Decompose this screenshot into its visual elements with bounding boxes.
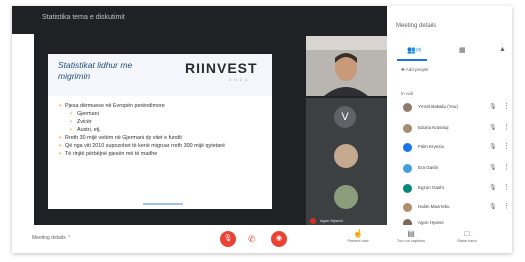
avatar bbox=[403, 143, 412, 152]
video-stage: Statistikat lidhur me migrimin RIINVEST … bbox=[34, 34, 387, 227]
bullet-marker-icon: • bbox=[70, 119, 72, 125]
self-video-tile[interactable] bbox=[306, 36, 387, 96]
slide-progress-mark bbox=[143, 203, 183, 205]
avatar bbox=[334, 185, 358, 209]
avatar bbox=[403, 124, 412, 133]
more-options-icon[interactable]: ⋮ bbox=[503, 183, 510, 191]
people-icon[interactable]: 👥 bbox=[407, 46, 416, 54]
people-count: (9) bbox=[416, 47, 422, 52]
slide-title: Statistikat lidhur me migrimin bbox=[58, 60, 133, 81]
hand-icon: □ bbox=[464, 229, 470, 238]
active-tab-indicator bbox=[397, 59, 427, 61]
mic-off-button[interactable]: 🎙 bbox=[220, 231, 236, 247]
bullet: ➢ Pjesa dërmuese në Evropën perëndimore bbox=[58, 103, 165, 109]
participant-name: Egzon Gashi bbox=[418, 185, 444, 190]
panel-title: Meeting details bbox=[396, 23, 437, 29]
bullet-marker-icon: • bbox=[70, 111, 72, 117]
panel-tabs: 👥 (9) ▦ ▲ bbox=[387, 42, 512, 61]
meeting-topbar: Statistika tema e diskutimit bbox=[12, 6, 387, 34]
present-now-button[interactable]: ☝ Present now bbox=[343, 229, 373, 243]
avatar bbox=[403, 103, 412, 112]
meeting-title: Statistika tema e diskutimit bbox=[42, 14, 125, 21]
mic-off-icon bbox=[310, 218, 316, 224]
present-icon: ☝ bbox=[353, 229, 363, 238]
chat-icon[interactable]: ▦ bbox=[459, 46, 466, 54]
participant-row[interactable]: Agon Hyseni bbox=[403, 218, 509, 225]
participant-name: Ymrat Bakaliu (You) bbox=[418, 104, 458, 109]
camera-off-button[interactable]: ◉ bbox=[271, 231, 287, 247]
raise-hand-button[interactable]: □ Raise hand bbox=[452, 229, 482, 243]
slide-header: Statistikat lidhur me migrimin RIINVEST … bbox=[48, 54, 272, 96]
participant-row[interactable]: Era Gashi 🎙 ⋮ bbox=[403, 163, 510, 175]
participant-row[interactable]: Halim Mazrreku 🎙 ⋮ bbox=[403, 202, 510, 214]
participant-name: Agon Hyseni bbox=[320, 218, 343, 223]
bottom-control-bar: Meeting details ⌃ 🎙 ✆ ◉ ☝ Present now ▤ … bbox=[12, 225, 512, 253]
bullet-marker-icon: ➢ bbox=[58, 135, 63, 141]
activities-icon[interactable]: ▲ bbox=[499, 46, 506, 53]
people-panel: Meeting details 👥 (9) ▦ ▲ ✚ Add people I… bbox=[387, 6, 512, 225]
camera-feed bbox=[306, 36, 387, 96]
mic-off-icon[interactable]: 🎙 bbox=[489, 203, 497, 210]
avatar bbox=[403, 184, 412, 193]
riinvest-logo: RIINVEST bbox=[185, 60, 258, 76]
captions-icon: ▤ bbox=[407, 229, 415, 238]
person-silhouette-icon bbox=[306, 36, 387, 96]
bullet: ➢ Rreth 30 mijë vetëm në Gjermani dy vite… bbox=[58, 135, 182, 141]
participant-row[interactable]: Ymrat Bakaliu (You) 🎙 ⋮ bbox=[403, 102, 510, 114]
participant-name: Fitim Kryeziu bbox=[418, 144, 445, 149]
mic-off-icon[interactable]: 🎙 bbox=[489, 184, 497, 191]
bullet-marker-icon: • bbox=[70, 127, 72, 133]
in-call-heading: In call bbox=[401, 91, 413, 96]
participant-row[interactable]: Fitim Kryeziu 🎙 ⋮ bbox=[403, 142, 510, 154]
participant-name: Edona Krasniqi bbox=[418, 125, 449, 130]
slide-bullets: ➢ Pjesa dërmuese në Evropën perëndimore •… bbox=[58, 102, 266, 158]
sub-bullet: • Gjermani bbox=[70, 111, 99, 117]
more-options-icon[interactable]: ⋮ bbox=[503, 163, 510, 171]
captions-button[interactable]: ▤ Turn on captions bbox=[396, 229, 426, 243]
bullet-marker-icon: ➢ bbox=[58, 103, 63, 109]
participant-row[interactable]: Edona Krasniqi 🎙 ⋮ bbox=[403, 123, 510, 135]
sub-bullet: • Austri, etj. bbox=[70, 127, 101, 133]
bullet-marker-icon: ➢ bbox=[58, 151, 63, 157]
presentation-slide: Statistikat lidhur me migrimin RIINVEST … bbox=[48, 54, 272, 209]
mic-off-icon[interactable]: 🎙 bbox=[489, 164, 497, 171]
avatar bbox=[334, 144, 358, 168]
avatar bbox=[403, 164, 412, 173]
more-options-icon[interactable]: ⋮ bbox=[503, 202, 510, 210]
add-people-button[interactable]: ✚ Add people bbox=[401, 67, 429, 73]
mic-off-icon[interactable]: 🎙 bbox=[489, 124, 497, 131]
participant-row[interactable]: Egzon Gashi 🎙 ⋮ bbox=[403, 183, 510, 195]
avatar bbox=[403, 203, 412, 212]
sub-bullet: • Zvicër bbox=[70, 119, 92, 125]
more-options-icon[interactable]: ⋮ bbox=[503, 123, 510, 131]
avatar: V bbox=[334, 106, 356, 128]
participant-tile[interactable]: Agon Hyseni bbox=[306, 179, 387, 227]
participant-name: Era Gashi bbox=[418, 165, 439, 170]
mic-off-icon[interactable]: 🎙 bbox=[489, 143, 497, 150]
mic-icon[interactable]: 🎙 bbox=[489, 103, 497, 110]
meet-window: Statistika tema e diskutimit Statistikat… bbox=[12, 6, 512, 253]
bullet: ➢ Të rinjtë përbëjnë pjesën më të madhe bbox=[58, 151, 158, 157]
more-options-icon[interactable]: ⋮ bbox=[503, 102, 510, 110]
more-options-icon[interactable]: ⋮ bbox=[503, 142, 510, 150]
phone-end-icon[interactable]: ✆ bbox=[248, 234, 256, 245]
participant-name: Halim Mazrreku bbox=[418, 204, 450, 209]
bullet: ➢ Që nga viti 2010 supozohet të kenë migr… bbox=[58, 143, 226, 149]
meeting-details-button[interactable]: Meeting details ⌃ bbox=[32, 235, 71, 241]
bullet-marker-icon: ➢ bbox=[58, 143, 63, 149]
logo-subtitle: 2 0 2 1 bbox=[229, 77, 249, 82]
